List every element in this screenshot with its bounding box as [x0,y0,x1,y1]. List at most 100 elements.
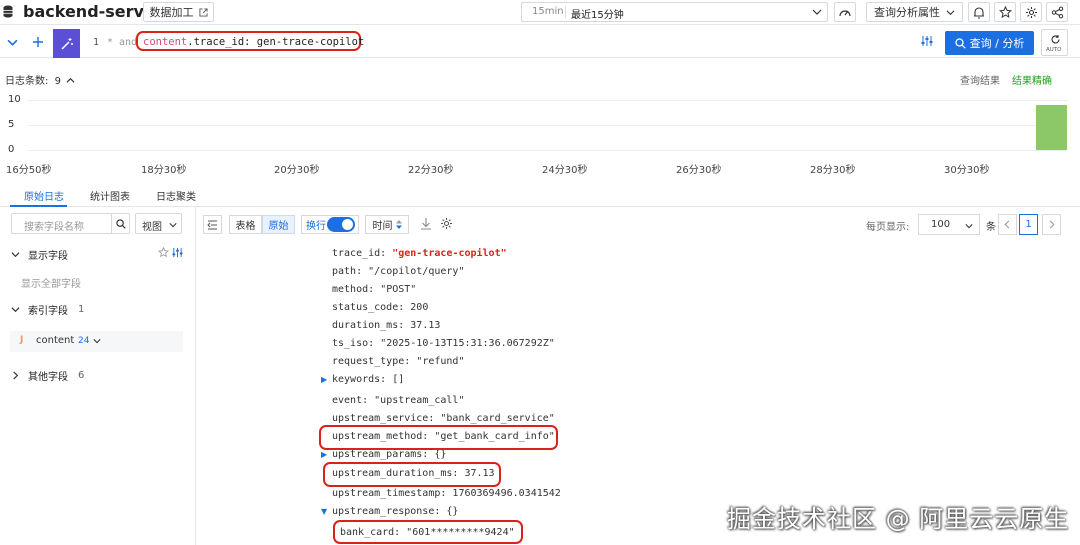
time-sort-button[interactable]: 时间 [365,215,409,234]
log-value: 1760369496.0341542 [452,488,561,499]
x-tick-label: 16分50秒 [6,165,52,176]
query-star: * [107,37,114,48]
chevron-down-icon [169,223,177,228]
raw-view-button[interactable]: 原始 [262,215,295,234]
expand-right-icon[interactable]: ▶ [321,375,327,384]
log-key: request_type: [332,356,411,367]
settings-button[interactable] [1020,2,1042,22]
x-tick-label: 30分30秒 [944,165,990,176]
refresh-icon [1051,35,1060,44]
sliders-icon[interactable] [172,247,183,258]
app-title: backend-server [23,2,163,21]
show-all-fields-link[interactable]: 显示全部字段 [21,275,81,290]
log-value: {} [446,506,459,517]
share-button[interactable] [1046,2,1068,22]
auto-refresh-button[interactable]: AUTO [1041,29,1068,56]
chevron-up-icon [66,77,75,83]
database-icon [3,5,13,18]
tab-log-cluster[interactable]: 日志聚类 [156,188,196,203]
shown-fields-section[interactable]: 显示字段 [11,247,68,262]
time-range-label: 最近15分钟 [571,10,624,21]
log-value: "/copilot/query" [368,266,465,277]
search-icon [116,218,126,229]
data-process-label: 数据加工 [149,6,194,19]
index-fields-count: 1 [78,304,85,315]
gear-icon[interactable] [440,217,453,230]
query-line-number: 1 [93,37,100,48]
log-count-label: 日志条数: [5,76,49,87]
alert-button[interactable] [968,2,990,22]
view-select[interactable]: 视图 [135,213,182,234]
star-icon[interactable] [158,247,169,258]
log-line: upstream_service: "bank_card_service" [332,413,555,424]
query-keyword: content [143,36,188,48]
log-value: "bank_card_service" [440,413,555,424]
log-count[interactable]: 日志条数: 9 [5,72,75,87]
field-item-content[interactable]: J content 24 [10,331,183,352]
expand-right-icon[interactable]: ▶ [321,450,327,459]
other-fields-section[interactable]: 其他字段 6 [11,368,84,383]
per-page-select[interactable]: 100 [918,214,980,235]
index-fields-label: 索引字段 [28,306,68,317]
query-submit-button[interactable]: 查询 / 分析 [945,31,1034,55]
bell-icon [974,6,984,19]
field-search-placeholder: 搜索字段名称 [24,222,84,233]
query-input[interactable]: content.trace_id: gen-trace-copilot [143,36,364,48]
collapse-sidebar-button[interactable] [203,215,222,234]
page-number-button[interactable]: 1 [1019,214,1038,235]
wrap-toggle[interactable] [327,217,355,232]
chevron-right-icon [1049,220,1055,229]
gear-icon [1025,6,1037,18]
table-view-button[interactable]: 表格 [229,215,262,234]
log-line: duration_ms: 37.13 [332,320,440,331]
log-key: duration_ms: [332,320,405,331]
field-name: content [36,335,75,346]
external-link-icon [198,7,208,17]
log-key: upstream_timestamp: [332,488,447,499]
log-line: method: "POST" [332,284,416,295]
collapse-button[interactable] [4,33,20,51]
time-sort-label: 时间 [372,221,393,232]
refresh-speed-button[interactable] [834,2,856,22]
y-tick-label: 10 [8,94,21,105]
time-range-select[interactable]: 15min 最近15分钟 [521,2,828,22]
tab-stats-chart[interactable]: 统计图表 [90,188,130,203]
filter-settings-icon[interactable] [921,35,933,47]
grid-line [28,125,1068,126]
expand-down-icon[interactable]: ▼ [321,507,327,516]
x-tick-label: 28分30秒 [810,165,856,176]
field-search-button[interactable] [111,214,130,233]
histogram-bar[interactable] [1036,105,1067,150]
next-page-button[interactable] [1042,214,1061,235]
field-search-input[interactable]: 搜索字段名称 [11,213,130,234]
per-page-value: 100 [931,219,951,230]
auto-label: AUTO [1046,47,1062,53]
log-value: [] [392,374,405,385]
tab-raw-logs[interactable]: 原始日志 [24,188,64,203]
query-text: .trace_id: gen-trace-copilot [187,36,365,48]
chevron-down-icon [965,224,973,229]
x-tick-label: 18分30秒 [141,165,187,176]
index-fields-section[interactable]: 索引字段 1 [11,302,84,317]
add-query-button[interactable] [29,33,47,51]
data-process-button[interactable]: 数据加工 [143,2,214,22]
chevron-right-icon [13,371,19,380]
log-value: {} [434,449,447,460]
download-icon[interactable] [420,217,432,230]
field-count: 24 [78,336,90,346]
per-page-unit: 条 [986,222,996,233]
log-line: upstream_params: {} [332,449,446,460]
prev-page-button[interactable] [998,214,1017,235]
log-key: method: [332,284,375,295]
x-tick-label: 20分30秒 [274,165,320,176]
other-fields-label: 其他字段 [28,372,68,383]
query-attr-button[interactable]: 查询分析属性 [866,2,963,22]
log-value: "gen-trace-copilot" [392,248,507,259]
chevron-down-icon [812,9,822,15]
y-tick-label: 0 [8,144,15,155]
favorite-button[interactable] [994,2,1016,22]
x-tick-label: 22分30秒 [408,165,454,176]
copilot-button[interactable] [53,29,80,58]
star-icon [998,5,1012,18]
log-count-value: 9 [54,76,61,87]
